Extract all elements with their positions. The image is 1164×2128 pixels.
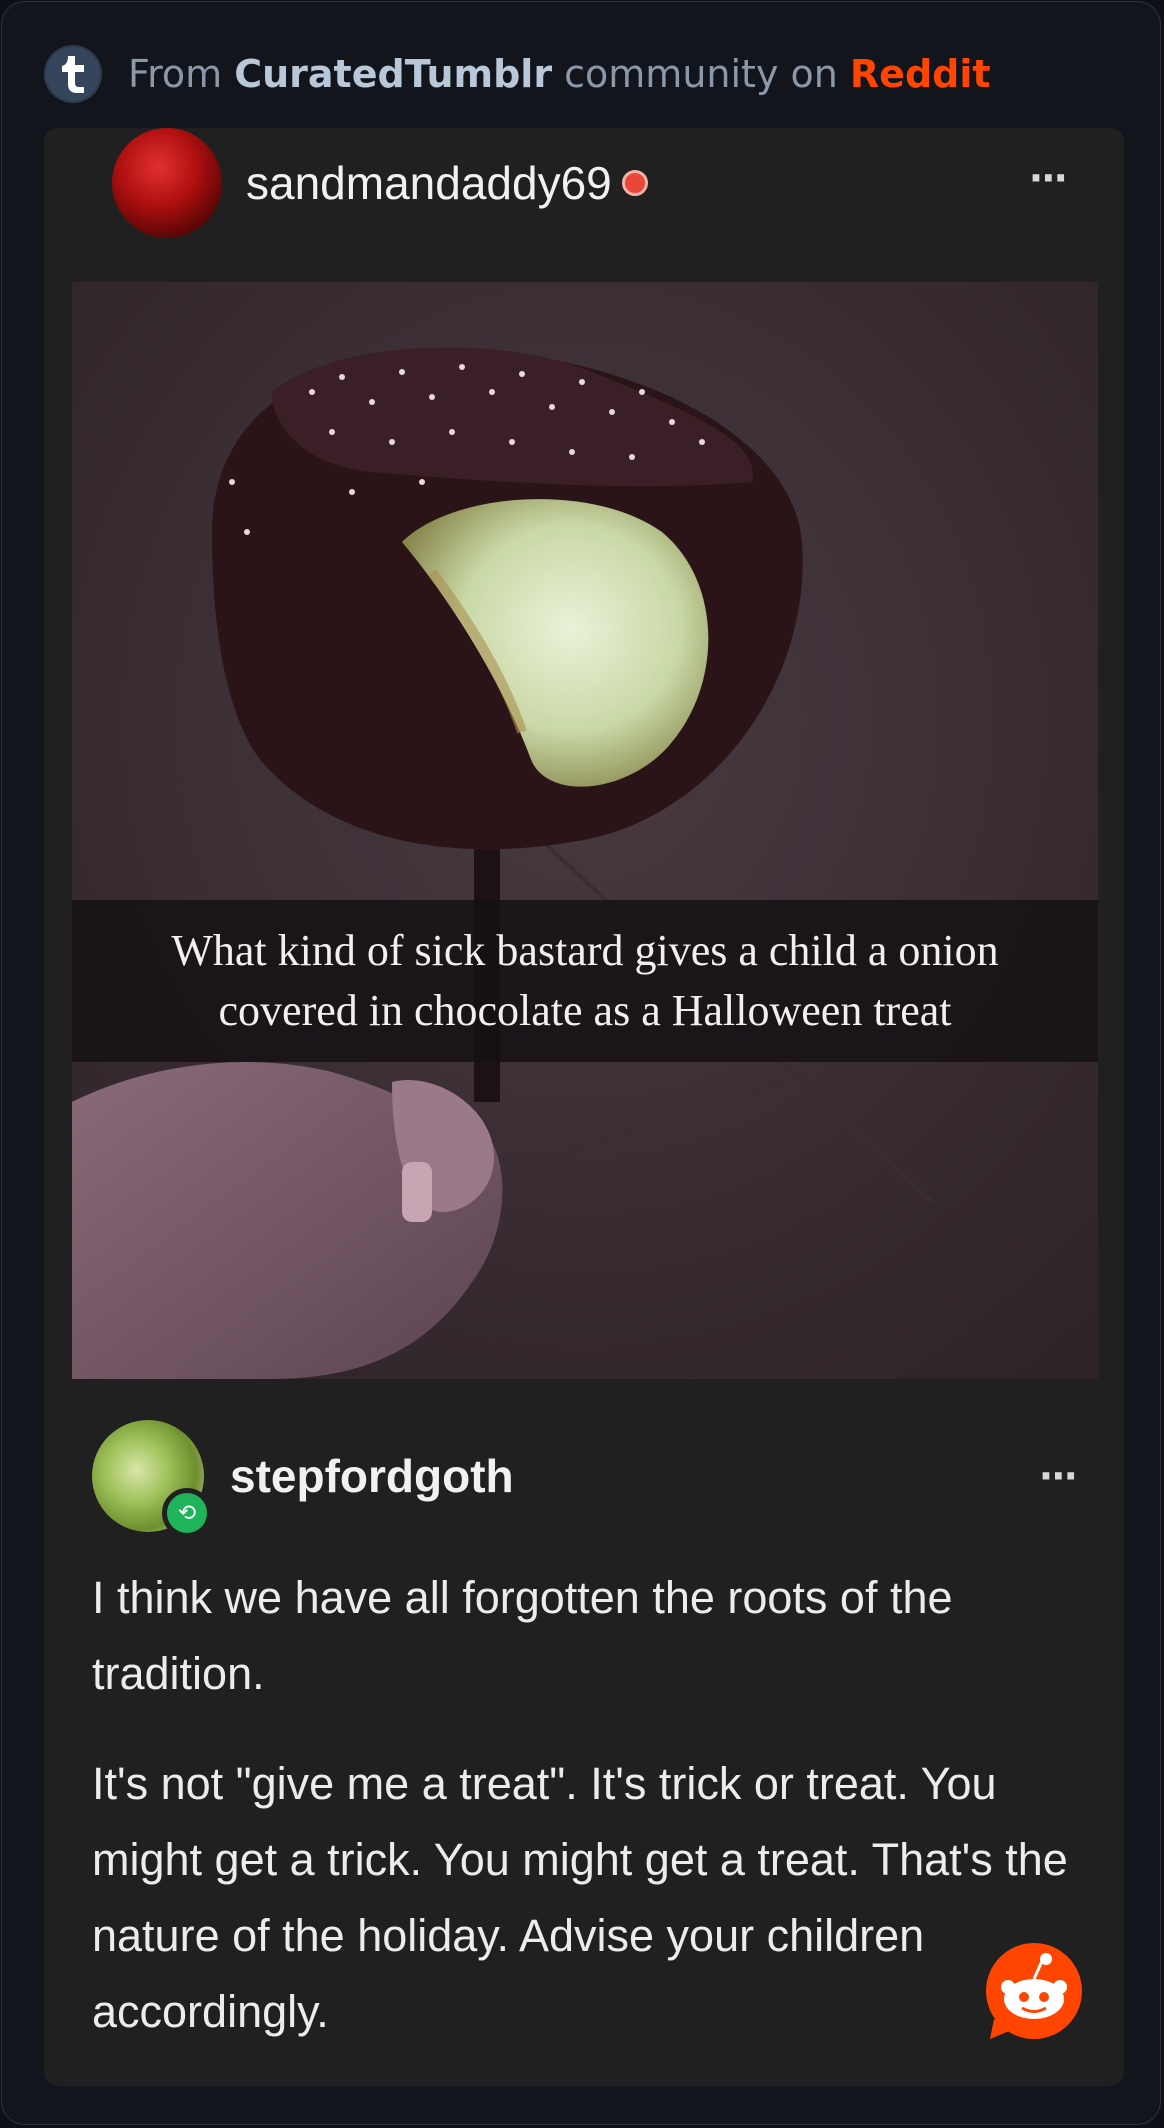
header-middle: community on [552,52,850,96]
reddit-link[interactable]: Reddit [850,52,991,96]
image-caption: What kind of sick bastard gives a child … [72,900,1098,1062]
post-author-row: sandmandaddy69 [112,128,648,238]
reply-author-row: ⟲ stepfordgoth [92,1420,514,1538]
more-options-icon[interactable]: ··· [1029,156,1068,200]
avatar[interactable] [112,128,222,238]
meme-image: What kind of sick bastard gives a child … [72,282,1098,1379]
embed-frame: From CuratedTumblr community on Reddit s… [1,1,1161,2125]
reply-paragraph: It's not "give me a treat". It's trick o… [92,1758,1068,2037]
reply-body: I think we have all forgotten the roots … [92,1560,1092,2084]
caption-line-2: covered in chocolate as a Halloween trea… [218,986,952,1035]
username[interactable]: stepfordgoth [230,1449,514,1503]
reblog-icon: ⟲ [162,1488,212,1538]
avatar[interactable]: ⟲ [92,1420,212,1538]
tumblr-icon [44,45,102,103]
community-link[interactable]: CuratedTumblr [234,52,552,96]
header-prefix: From [128,52,235,96]
username[interactable]: sandmandaddy69 [246,156,612,210]
embed-source-text: From CuratedTumblr community on Reddit [128,52,991,96]
embed-header: From CuratedTumblr community on Reddit [44,44,991,104]
more-options-icon[interactable]: ··· [1039,1454,1078,1498]
post-card: sandmandaddy69 ··· What kind of sick bas… [44,128,1124,2086]
caption-line-1: What kind of sick bastard gives a child … [171,926,999,975]
reddit-snoo-icon[interactable] [984,1941,1084,2041]
badge-icon [621,170,648,196]
reply-paragraph: I think we have all forgotten the roots … [92,1572,953,1699]
